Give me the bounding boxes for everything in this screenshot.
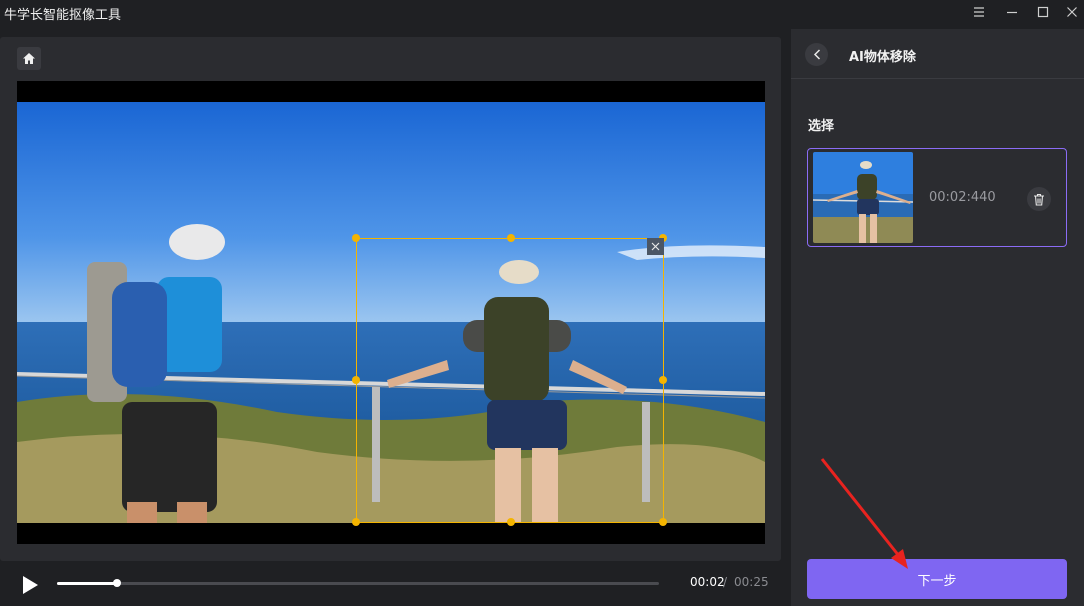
home-button[interactable] — [17, 47, 41, 70]
panel-title: AI物体移除 — [849, 50, 916, 65]
close-icon — [651, 242, 660, 251]
progress-fill — [57, 582, 118, 585]
selection-box[interactable] — [352, 234, 667, 526]
next-step-button[interactable]: 下一步 — [807, 559, 1067, 599]
resize-handle-bottom[interactable] — [507, 518, 515, 526]
video-preview[interactable] — [17, 81, 765, 544]
home-icon — [23, 53, 35, 64]
side-header: AI物体移除 — [791, 29, 1084, 79]
annotation-arrow — [820, 458, 908, 569]
play-button[interactable] — [19, 574, 41, 596]
selection-close-button[interactable] — [647, 238, 664, 255]
title-bar: 牛学长智能抠像工具 — [0, 0, 1084, 26]
maximize-icon[interactable] — [1034, 3, 1052, 21]
resize-handle-left[interactable] — [352, 376, 360, 384]
player-bar: 00:02 / 00:25 — [0, 561, 781, 606]
time-separator: / — [723, 575, 728, 589]
progress-knob[interactable] — [113, 579, 122, 587]
current-time: 00:02 — [690, 575, 725, 589]
total-time: 00:25 — [734, 575, 769, 589]
app-title: 牛学长智能抠像工具 — [4, 8, 122, 23]
resize-handle-top[interactable] — [507, 234, 515, 242]
section-label: 选择 — [808, 119, 835, 134]
clip-item[interactable]: 00:02:440 — [807, 148, 1067, 247]
clip-thumbnail — [813, 152, 913, 243]
resize-handle-bottom-right[interactable] — [659, 518, 667, 526]
minimize-icon[interactable] — [1003, 3, 1021, 21]
clip-timestamp: 00:02:440 — [929, 190, 996, 205]
delete-button[interactable] — [1027, 187, 1051, 211]
video-panel — [0, 37, 781, 561]
resize-handle-right[interactable] — [659, 376, 667, 384]
back-button[interactable] — [805, 43, 828, 66]
trash-icon — [1034, 193, 1044, 206]
chevron-left-icon — [813, 49, 820, 60]
resize-handle-bottom-left[interactable] — [352, 518, 360, 526]
side-panel: AI物体移除 选择 00:02:440 下一步 — [791, 29, 1084, 606]
play-icon — [23, 576, 38, 594]
close-icon[interactable] — [1063, 3, 1081, 21]
resize-handle-top-left[interactable] — [352, 234, 360, 242]
menu-icon[interactable] — [970, 3, 988, 21]
progress-slider[interactable] — [57, 579, 659, 587]
